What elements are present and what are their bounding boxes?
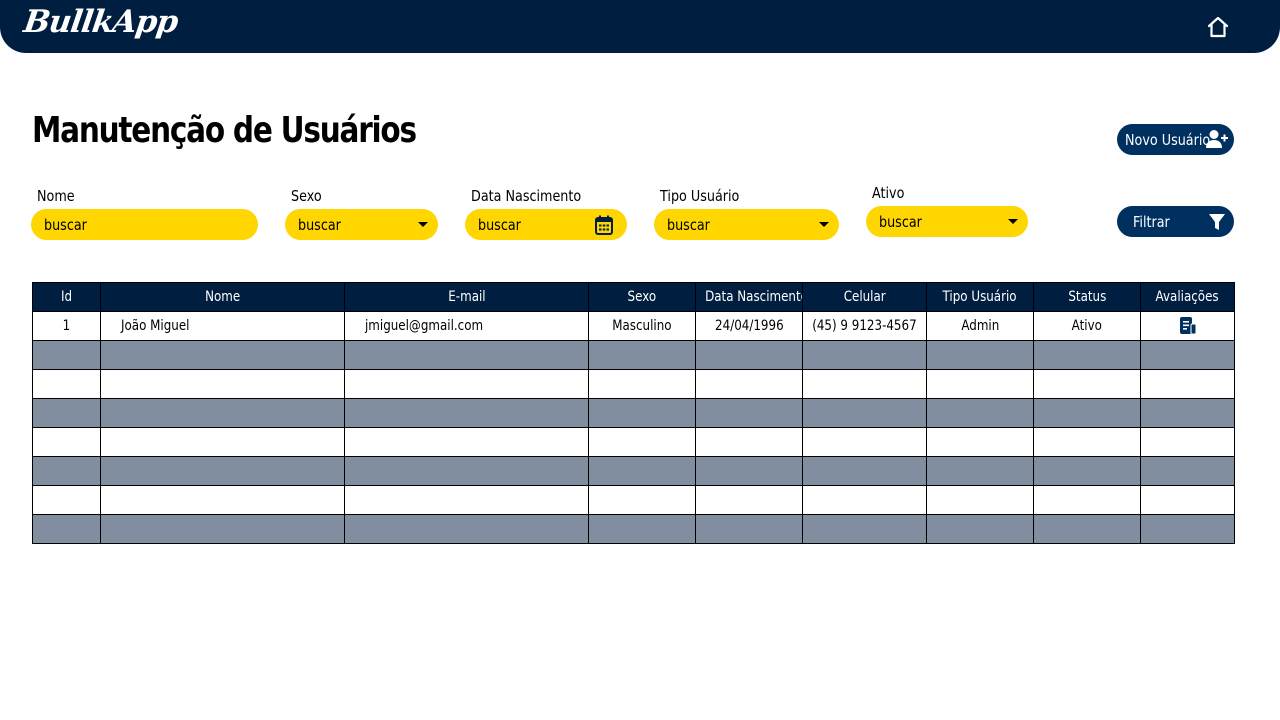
column-header-id[interactable]: Id (32, 282, 101, 312)
filter-ativo-select[interactable]: buscar (866, 206, 1028, 237)
chevron-down-icon (418, 222, 428, 227)
cell-celular: (45) 9 9123-4567 (802, 311, 927, 341)
calendar-icon[interactable] (595, 215, 613, 235)
filter-sexo-placeholder: buscar (298, 215, 341, 234)
filter-button-label: Filtrar (1133, 212, 1170, 231)
filter-button[interactable]: Filtrar (1117, 206, 1234, 237)
table-row (32, 369, 1235, 399)
table-row (32, 514, 1235, 544)
filter-nome-placeholder: buscar (44, 215, 87, 234)
filter-data-nascimento-placeholder: buscar (478, 215, 521, 234)
table-row (32, 485, 1235, 515)
filter-data-nascimento-label: Data Nascimento (471, 187, 582, 205)
table-row (32, 398, 1235, 428)
column-header-celular[interactable]: Celular (802, 282, 927, 312)
filter-nome-input[interactable]: buscar (31, 209, 258, 240)
column-header-data-nascimento[interactable]: Data Nascimento (695, 282, 803, 312)
header-bar: BullkApp (0, 0, 1280, 53)
cell-tipo-usuario: Admin (926, 311, 1034, 341)
filter-ativo-placeholder: buscar (879, 212, 922, 231)
home-icon (1207, 16, 1229, 38)
cell-id: 1 (32, 311, 101, 341)
home-button[interactable] (1205, 14, 1231, 40)
table-row[interactable]: 1 João Miguel jmiguel@gmail.com Masculin… (32, 311, 1235, 341)
column-header-email[interactable]: E-mail (344, 282, 589, 312)
column-header-status[interactable]: Status (1033, 282, 1141, 312)
chevron-down-icon (819, 222, 829, 227)
new-user-label: Novo Usuário (1125, 130, 1211, 149)
column-header-tipo-usuario[interactable]: Tipo Usuário (926, 282, 1034, 312)
table-row (32, 456, 1235, 486)
filter-tipo-usuario-label: Tipo Usuário (660, 187, 740, 205)
cell-data-nascimento: 24/04/1996 (695, 311, 803, 341)
table-row (32, 427, 1235, 457)
new-user-button[interactable]: Novo Usuário (1117, 124, 1234, 155)
add-user-icon (1206, 130, 1228, 148)
document-icon[interactable] (1178, 316, 1198, 336)
filter-tipo-usuario-placeholder: buscar (667, 215, 710, 234)
filter-sexo-select[interactable]: buscar (285, 209, 438, 240)
cell-sexo: Masculino (588, 311, 696, 341)
filter-nome-label: Nome (37, 187, 75, 205)
page-title: Manutenção de Usuários (32, 110, 417, 151)
cell-nome: João Miguel (100, 311, 345, 341)
funnel-icon (1209, 214, 1225, 230)
table-row (32, 340, 1235, 370)
table-header-row: Id Nome E-mail Sexo Data Nascimento Celu… (32, 282, 1235, 312)
column-header-sexo[interactable]: Sexo (588, 282, 696, 312)
column-header-nome[interactable]: Nome (100, 282, 345, 312)
filter-tipo-usuario-select[interactable]: buscar (654, 209, 839, 240)
filter-ativo-label: Ativo (872, 184, 905, 202)
column-header-avaliacoes[interactable]: Avaliações (1140, 282, 1235, 312)
cell-status: Ativo (1033, 311, 1141, 341)
app-logo[interactable]: BullkApp (21, 4, 179, 40)
chevron-down-icon (1008, 219, 1018, 224)
filter-data-nascimento-input[interactable]: buscar (465, 209, 627, 240)
cell-email: jmiguel@gmail.com (344, 311, 589, 341)
cell-avaliacoes (1140, 311, 1235, 341)
filter-sexo-label: Sexo (291, 187, 322, 205)
users-table: Id Nome E-mail Sexo Data Nascimento Celu… (32, 282, 1235, 544)
